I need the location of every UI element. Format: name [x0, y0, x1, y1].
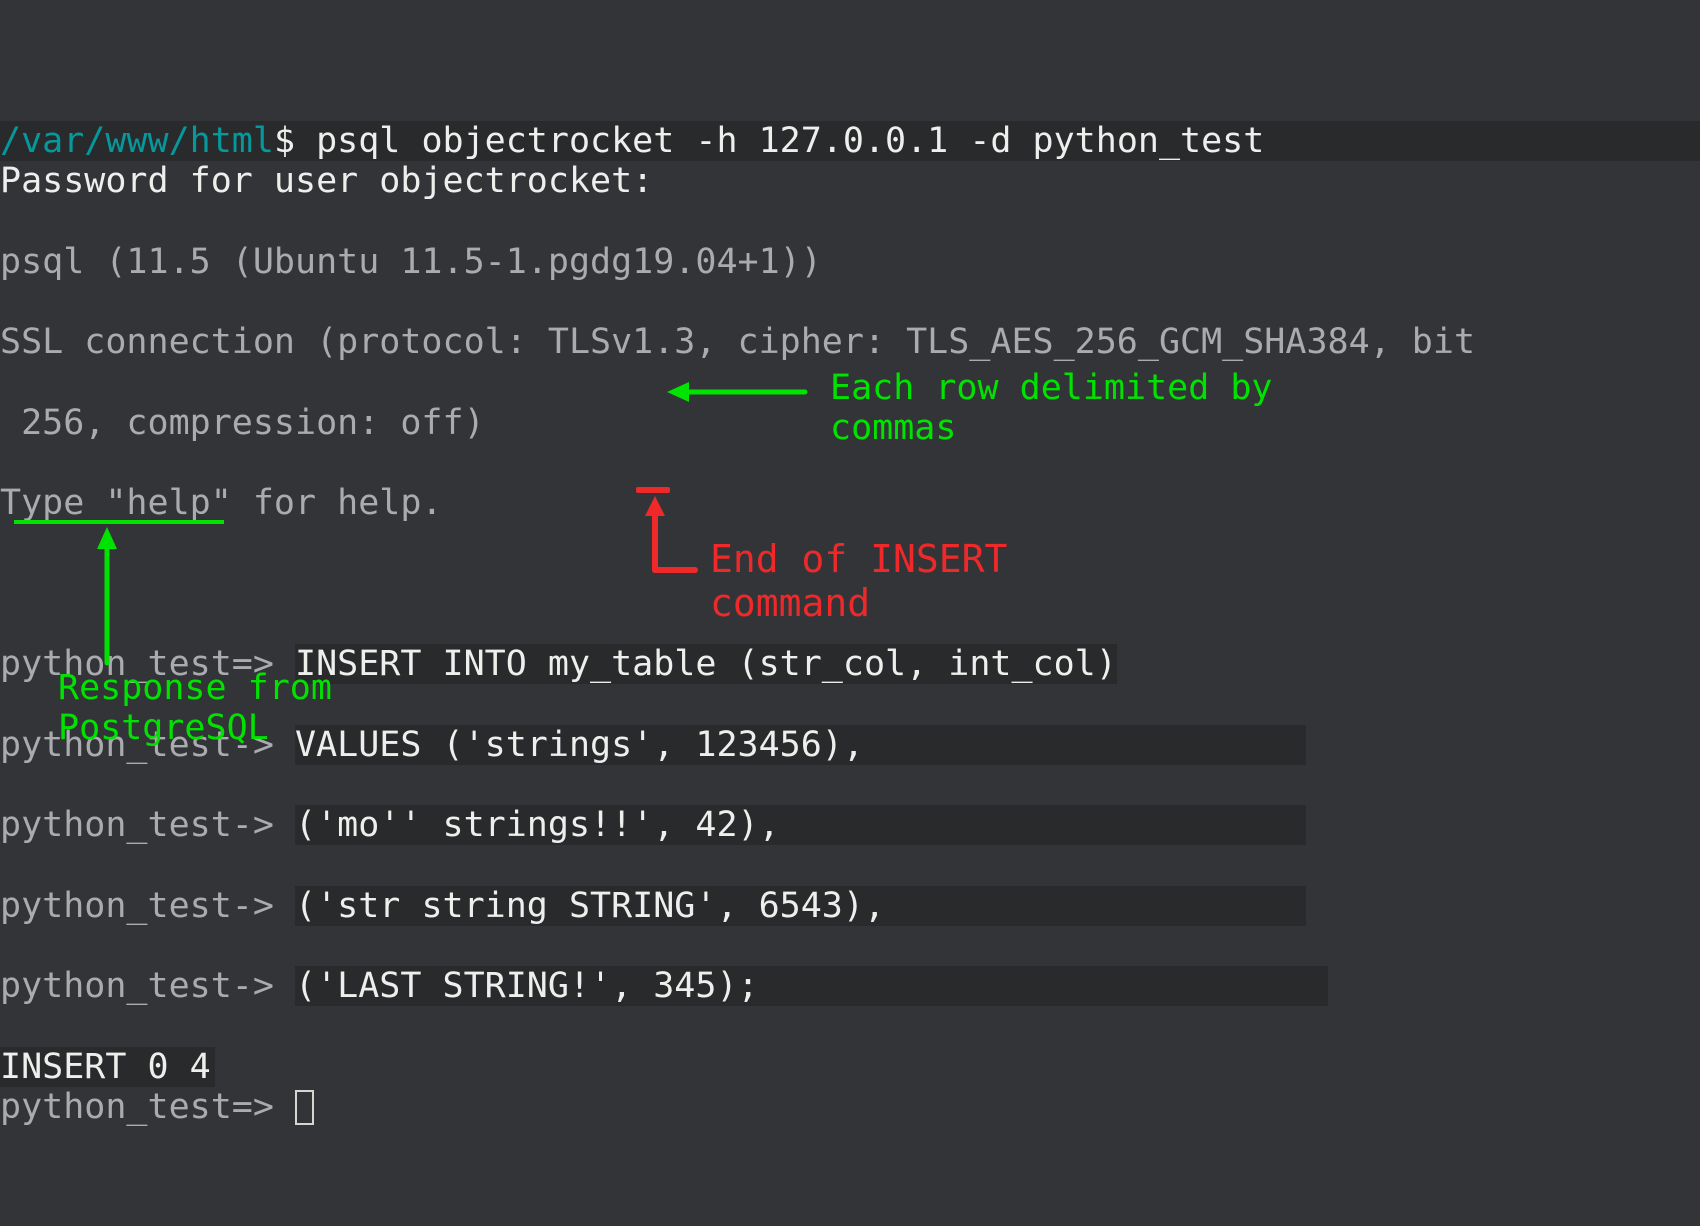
prompt-path: /var/www/html — [0, 121, 274, 161]
insert-result: INSERT 0 4 — [0, 1047, 215, 1087]
psql-cont-prompt: python_test-> — [0, 886, 295, 926]
annotation-resp-a: Response from — [58, 668, 332, 708]
psql-cont-prompt: python_test-> — [0, 966, 295, 1006]
sql-text-5: ('LAST STRING!', 345); — [295, 966, 759, 1006]
psql-main-prompt-2: python_test=> — [0, 1087, 295, 1127]
annotation-rows-a: Each row delimited by — [830, 368, 1273, 408]
sql-text-4: ('str string STRING', 6543), — [295, 886, 885, 926]
help-line: Type "help" for help. — [0, 483, 1700, 523]
psql-cont-prompt: python_test-> — [0, 805, 295, 845]
annotation-end-a: End of INSERT — [710, 538, 1007, 582]
arrow-row-delimiter — [665, 372, 825, 422]
ssl-line-a: SSL connection (protocol: TLSv1.3, ciphe… — [0, 322, 1700, 362]
password-line: Password for user objectrocket: — [0, 161, 1700, 201]
shell-command: psql objectrocket -h 127.0.0.1 -d python… — [295, 121, 1264, 161]
sql-row-4: python_test-> ('str string STRING', 6543… — [0, 886, 1700, 926]
sql-text-1: INSERT INTO my_table (str_col, int_col) — [295, 644, 1117, 684]
arrow-response — [87, 523, 137, 673]
psql-version-line: psql (11.5 (Ubuntu 11.5-1.pgdg19.04+1)) — [0, 242, 1700, 282]
sql-text-3: ('mo'' strings!!', 42), — [295, 805, 780, 845]
next-prompt-line[interactable]: python_test=> — [0, 1087, 1700, 1127]
annotation-rows-b: commas — [830, 408, 956, 448]
annotation-end-b: command — [710, 582, 870, 626]
cursor[interactable] — [295, 1090, 314, 1125]
sql-row-5: python_test-> ('LAST STRING!', 345); — [0, 966, 1700, 1006]
annotation-resp-b: PostgreSQL — [58, 708, 269, 748]
sql-row-3: python_test-> ('mo'' strings!!', 42), — [0, 805, 1700, 845]
shell-command-line[interactable]: /var/www/html$ psql objectrocket -h 127.… — [0, 121, 1700, 161]
sql-text-2: VALUES ('strings', 123456), — [295, 725, 864, 765]
prompt-symbol: $ — [274, 121, 295, 161]
terminal-window[interactable]: /var/www/html$ psql objectrocket -h 127.… — [0, 0, 1700, 1226]
